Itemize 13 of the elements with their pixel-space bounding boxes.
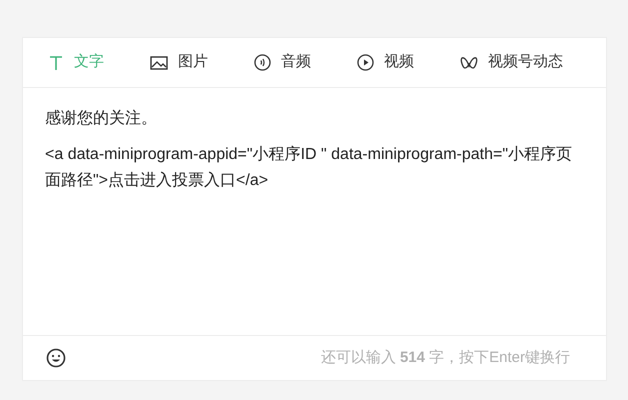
- tab[interactable]: 视频号动态: [460, 51, 563, 74]
- image-icon: [150, 54, 168, 70]
- character-count-hint: 还可以输入 514 字，按下Enter键换行: [320, 348, 570, 368]
- paragraph: 感谢您的关注。: [45, 108, 158, 129]
- tab[interactable]: 音频: [254, 51, 311, 74]
- paragraph: <a data-miniprogram-appid="小程序ID " data-miniprogram-path="小程序页面路径">点击进入投票入口</a>: [45, 144, 574, 191]
- butterfly-icon: [460, 54, 478, 70]
- tab[interactable]: 图片: [150, 51, 208, 74]
- play-icon: [357, 54, 374, 71]
- audio-icon: [254, 54, 271, 71]
- text-icon: [48, 54, 64, 70]
- emoji-icon[interactable]: [46, 348, 66, 368]
- tab[interactable]: 视频: [357, 51, 414, 74]
